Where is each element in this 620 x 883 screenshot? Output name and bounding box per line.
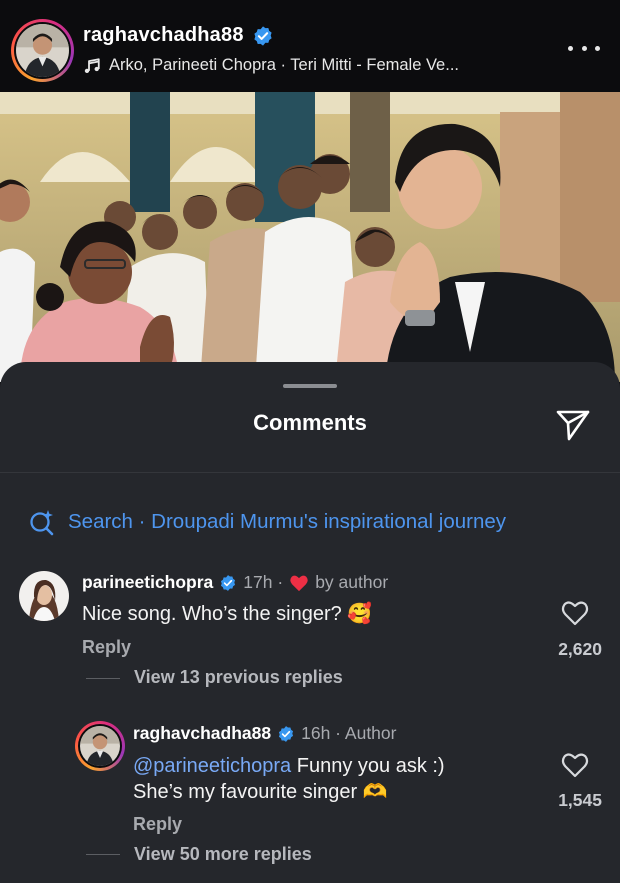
commenter-avatar[interactable] — [19, 571, 69, 621]
comment-username[interactable]: raghavchadha88 — [133, 723, 271, 744]
reply-author-avatar[interactable] — [75, 721, 125, 771]
share-icon[interactable] — [555, 406, 591, 442]
liked-by-author: by author — [315, 572, 389, 592]
comments-title: Comments — [253, 410, 367, 435]
comment-body: Funny you ask :) — [296, 755, 445, 777]
reply-button[interactable]: Reply — [82, 637, 131, 658]
search-sparkle-icon — [30, 510, 54, 536]
divider — [86, 854, 120, 855]
post-image — [0, 92, 620, 382]
comment-body: She’s my favourite singer — [133, 781, 358, 803]
post-photo[interactable] — [0, 92, 620, 382]
mention-link[interactable]: @parineetichopra — [133, 755, 291, 777]
post-author-avatar[interactable] — [11, 19, 74, 82]
verified-badge-icon — [221, 574, 236, 591]
search-suggestion[interactable]: Search · Droupadi Murmu's inspirational … — [28, 508, 506, 536]
like-count: 1,545 — [558, 790, 602, 810]
smiling-face-hearts-emoji: 🥰 — [347, 603, 373, 625]
music-note-icon — [84, 57, 100, 73]
profile-photo-icon — [16, 24, 69, 77]
comment-meta: raghavchadha88 16h · Author — [133, 723, 396, 744]
heart-hands-emoji: 🫶 — [362, 781, 388, 803]
comment-text: @parineetichopra Funny you ask :) She’s … — [133, 753, 445, 805]
divider — [0, 472, 620, 473]
heart-outline-icon[interactable] — [561, 752, 589, 778]
verified-badge-icon — [279, 725, 294, 742]
comment-time: 16h · Author — [301, 723, 397, 743]
view-previous-replies[interactable]: View 13 previous replies — [134, 667, 343, 688]
divider — [86, 678, 120, 679]
verified-badge-icon — [254, 25, 272, 46]
comment-text: Nice song. Who’s the singer? 🥰 — [82, 601, 372, 627]
comment-meta: parineetichopra 17h · by author — [82, 572, 388, 593]
post-username[interactable]: raghavchadha88 — [83, 24, 244, 47]
avatar — [19, 571, 69, 621]
heart-outline-icon[interactable] — [561, 600, 589, 626]
audio-track-label[interactable]: Arko, Parineeti Chopra · Teri Mitti - Fe… — [109, 56, 459, 75]
like-count: 2,620 — [558, 639, 602, 659]
profile-photo-icon — [80, 726, 120, 766]
reply-button[interactable]: Reply — [133, 814, 182, 835]
more-options-icon[interactable] — [568, 40, 600, 56]
post-header: raghavchadha88 Arko, Parineeti Chopra · … — [0, 0, 620, 92]
comment-time: 17h · — [243, 572, 284, 592]
comment-body: Nice song. Who’s the singer? — [82, 603, 342, 625]
comment-username[interactable]: parineetichopra — [82, 572, 213, 593]
search-suggestion-text: Search · Droupadi Murmu's inspirational … — [68, 510, 507, 533]
view-more-replies[interactable]: View 50 more replies — [134, 844, 312, 865]
drag-handle[interactable] — [283, 384, 337, 388]
heart-filled-icon — [290, 575, 308, 591]
